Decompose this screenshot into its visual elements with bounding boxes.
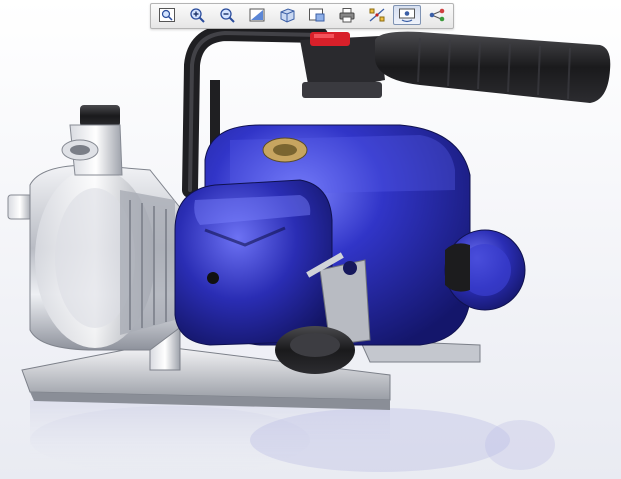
orient-icon — [398, 7, 416, 23]
shaded-view-button[interactable] — [243, 5, 271, 25]
orient-button[interactable] — [393, 5, 421, 25]
zoom-window-icon — [158, 7, 176, 23]
model-tree-icon — [428, 7, 446, 23]
view-orientation-button[interactable] — [273, 5, 301, 25]
zoom-in-button[interactable] — [183, 5, 211, 25]
outlet-fitting — [61, 105, 123, 176]
zoom-out-icon — [218, 7, 236, 23]
3d-viewport[interactable] — [0, 0, 621, 479]
view-cube-icon — [278, 7, 296, 23]
print-icon — [338, 7, 356, 23]
zoom-out-button[interactable] — [213, 5, 241, 25]
zoom-window-button[interactable] — [153, 5, 181, 25]
saved-views-icon — [308, 7, 326, 23]
saved-views-button[interactable] — [303, 5, 331, 25]
water-pump-model[interactable] — [0, 0, 621, 479]
air-filter — [174, 179, 333, 346]
model-tree-button[interactable] — [423, 5, 451, 25]
shaded-view-icon — [248, 7, 266, 23]
print-button[interactable] — [333, 5, 361, 25]
floor-reflection — [30, 400, 555, 474]
zoom-in-icon — [188, 7, 206, 23]
viewer-toolbar — [150, 3, 454, 29]
explode-button[interactable] — [363, 5, 391, 25]
explode-icon — [368, 7, 386, 23]
grip — [375, 31, 611, 103]
throttle-block — [300, 32, 385, 98]
pump-housing — [7, 164, 191, 351]
